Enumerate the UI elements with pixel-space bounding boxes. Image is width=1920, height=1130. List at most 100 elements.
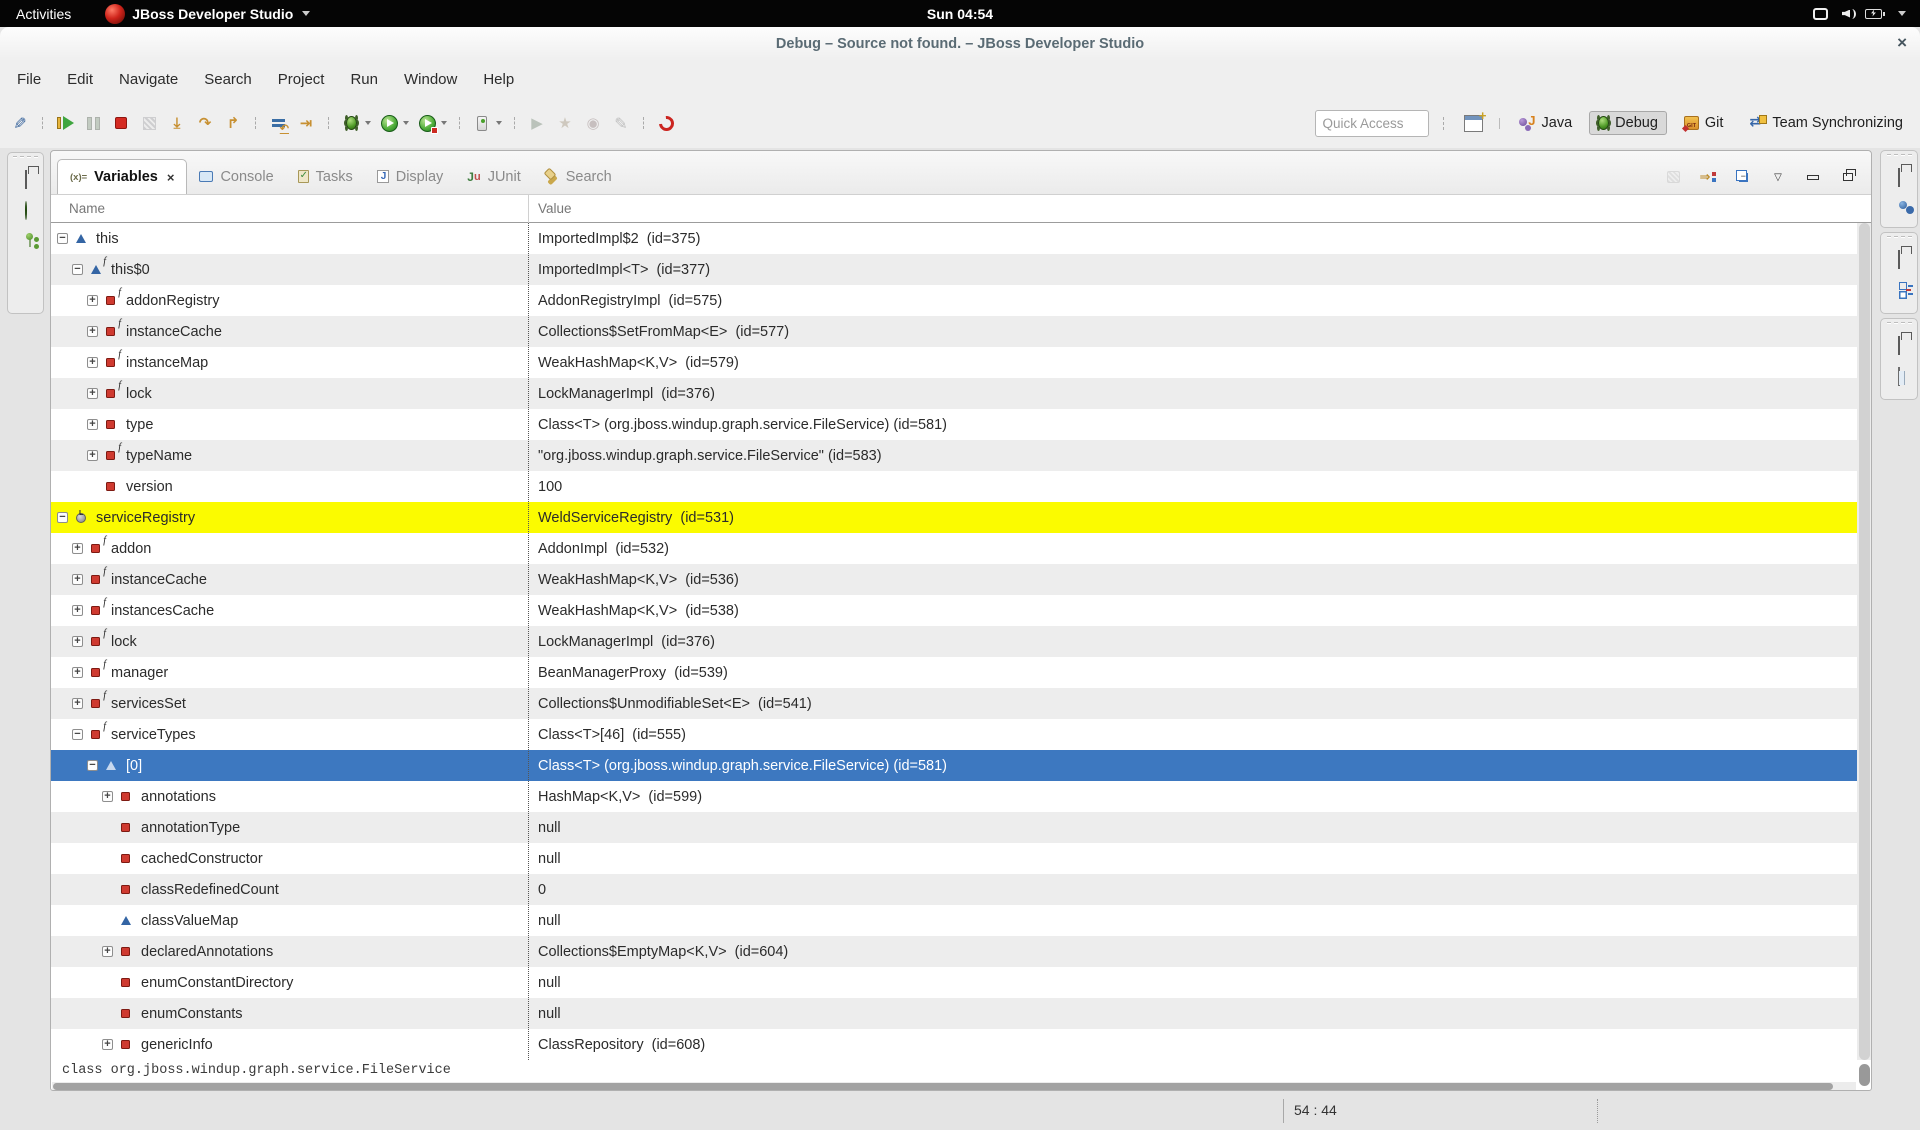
table-row[interactable]: [0]Class<T> (org.jboss.windup.graph.serv… <box>51 750 1857 781</box>
column-divider[interactable] <box>528 223 529 1060</box>
table-row[interactable]: typeName"org.jboss.windup.graph.service.… <box>51 440 1857 471</box>
minimize-button[interactable] <box>1804 169 1822 185</box>
debug-view-icon[interactable] <box>25 202 27 220</box>
drag-handle-icon[interactable] <box>1887 154 1912 156</box>
expander-icon[interactable] <box>87 326 98 337</box>
close-window-button[interactable]: × <box>1897 34 1907 52</box>
table-row[interactable]: servicesSetCollections$UnmodifiableSet<E… <box>51 688 1857 719</box>
expander-icon[interactable] <box>72 605 83 616</box>
external-tools-button[interactable] <box>468 110 506 136</box>
expander-icon[interactable] <box>72 698 83 709</box>
expander-icon[interactable] <box>87 295 98 306</box>
column-header-value[interactable]: Value <box>538 201 572 216</box>
expander-icon[interactable] <box>72 667 83 678</box>
table-row[interactable]: declaredAnnotationsCollections$EmptyMap<… <box>51 936 1857 967</box>
dropdown-chevron-icon[interactable] <box>496 121 502 125</box>
collapse-all-button[interactable] <box>1734 169 1752 185</box>
menu-run[interactable]: Run <box>337 66 391 93</box>
tab-search[interactable]: Search <box>533 159 624 194</box>
table-row[interactable]: cachedConstructornull <box>51 843 1857 874</box>
restore-view-icon[interactable] <box>1898 251 1900 269</box>
right-view-rail-1[interactable] <box>1880 150 1918 228</box>
terminate-button[interactable] <box>107 110 135 136</box>
table-row[interactable]: thisImportedImpl$2 (id=375) <box>51 223 1857 254</box>
dropdown-chevron-icon[interactable] <box>403 121 409 125</box>
quick-access-input[interactable] <box>1315 110 1429 137</box>
tab-junit[interactable]: JUnit <box>455 159 532 194</box>
table-row[interactable]: managerBeanManagerProxy (id=539) <box>51 657 1857 688</box>
table-row[interactable]: lockLockManagerImpl (id=376) <box>51 626 1857 657</box>
expander-icon[interactable] <box>57 233 68 244</box>
expander-icon[interactable] <box>72 729 83 740</box>
table-row[interactable]: this$0ImportedImpl<T> (id=377) <box>51 254 1857 285</box>
menu-edit[interactable]: Edit <box>54 66 106 93</box>
menu-help[interactable]: Help <box>470 66 527 93</box>
activities-button[interactable]: Activities <box>0 6 87 22</box>
table-row[interactable]: lockLockManagerImpl (id=376) <box>51 378 1857 409</box>
table-row[interactable]: instancesCacheWeakHashMap<K,V> (id=538) <box>51 595 1857 626</box>
column-divider[interactable] <box>528 195 529 223</box>
expander-icon[interactable] <box>72 264 83 275</box>
drop-to-frame-button[interactable]: ↶ <box>264 110 292 136</box>
table-row[interactable]: classValueMapnull <box>51 905 1857 936</box>
table-row[interactable]: serviceTypesClass<T>[46] (id=555) <box>51 719 1857 750</box>
table-row[interactable]: enumConstantsnull <box>51 998 1857 1029</box>
drag-handle-icon[interactable] <box>13 156 38 158</box>
table-row[interactable]: version100 <box>51 471 1857 502</box>
left-view-rail[interactable] <box>7 152 44 314</box>
menu-navigate[interactable]: Navigate <box>106 66 191 93</box>
maximize-button[interactable] <box>1839 169 1857 185</box>
expander-icon[interactable] <box>87 450 98 461</box>
expander-icon[interactable] <box>102 791 113 802</box>
right-view-rail-2[interactable] <box>1880 232 1918 314</box>
step-into-button[interactable]: ⤓ <box>163 110 191 136</box>
close-tab-icon[interactable]: × <box>167 170 175 185</box>
app-menu[interactable]: JBoss Developer Studio <box>105 4 310 24</box>
perspective-debug[interactable]: Debug <box>1589 111 1667 135</box>
expander-icon[interactable] <box>102 946 113 957</box>
vertical-scrollbar[interactable] <box>1857 223 1871 1060</box>
expander-icon[interactable] <box>72 636 83 647</box>
editor-area-icon[interactable] <box>1898 368 1900 386</box>
step-over-button[interactable]: ↷ <box>191 110 219 136</box>
view-menu-button[interactable]: ▽ <box>1769 169 1787 185</box>
scrollbar-thumb[interactable] <box>1859 223 1870 1060</box>
use-step-filters-button[interactable]: ⇥ <box>292 110 320 136</box>
table-row[interactable]: serviceRegistryWeldServiceRegistry (id=5… <box>51 502 1857 533</box>
scrollbar-thumb[interactable] <box>53 1083 1833 1090</box>
drag-handle-icon[interactable] <box>1887 322 1912 324</box>
tab-tasks[interactable]: Tasks <box>286 159 365 194</box>
restore-view-icon[interactable] <box>25 171 27 189</box>
expander-icon[interactable] <box>72 543 83 554</box>
table-row[interactable]: genericInfoClassRepository (id=608) <box>51 1029 1857 1060</box>
table-row[interactable]: annotationTypenull <box>51 812 1857 843</box>
drag-handle-icon[interactable] <box>1887 236 1912 238</box>
dropdown-chevron-icon[interactable] <box>441 121 447 125</box>
run-button[interactable] <box>375 110 413 136</box>
expander-icon[interactable] <box>72 574 83 585</box>
horizontal-scrollbar[interactable] <box>52 1082 1856 1090</box>
resume-button[interactable] <box>51 110 79 136</box>
right-view-rail-3[interactable] <box>1880 318 1918 400</box>
dropdown-chevron-icon[interactable] <box>365 121 371 125</box>
expander-icon[interactable] <box>87 357 98 368</box>
perspective-team-synchronizing[interactable]: Team Synchronizing <box>1740 111 1912 135</box>
column-header-name[interactable]: Name <box>69 201 105 216</box>
jboss-central-button[interactable] <box>652 110 680 136</box>
table-row[interactable]: classRedefinedCount0 <box>51 874 1857 905</box>
table-row[interactable]: instanceCacheCollections$SetFromMap<E> (… <box>51 316 1857 347</box>
table-row[interactable]: addonRegistryAddonRegistryImpl (id=575) <box>51 285 1857 316</box>
profile-button[interactable] <box>413 110 451 136</box>
tab-variables[interactable]: Variables× <box>57 159 187 194</box>
table-row[interactable]: annotationsHashMap<K,V> (id=599) <box>51 781 1857 812</box>
table-row[interactable]: addonAddonImpl (id=532) <box>51 533 1857 564</box>
expander-icon[interactable] <box>87 388 98 399</box>
tab-display[interactable]: Display <box>365 159 456 194</box>
menu-search[interactable]: Search <box>191 66 265 93</box>
tab-console[interactable]: Console <box>187 159 285 194</box>
table-row[interactable]: instanceMapWeakHashMap<K,V> (id=579) <box>51 347 1857 378</box>
open-perspective-button[interactable] <box>1464 115 1483 132</box>
expander-icon[interactable] <box>102 1039 113 1050</box>
detail-pane[interactable]: class org.jboss.windup.graph.service.Fil… <box>51 1060 1857 1082</box>
pencil-button[interactable]: ✎ <box>6 110 34 136</box>
